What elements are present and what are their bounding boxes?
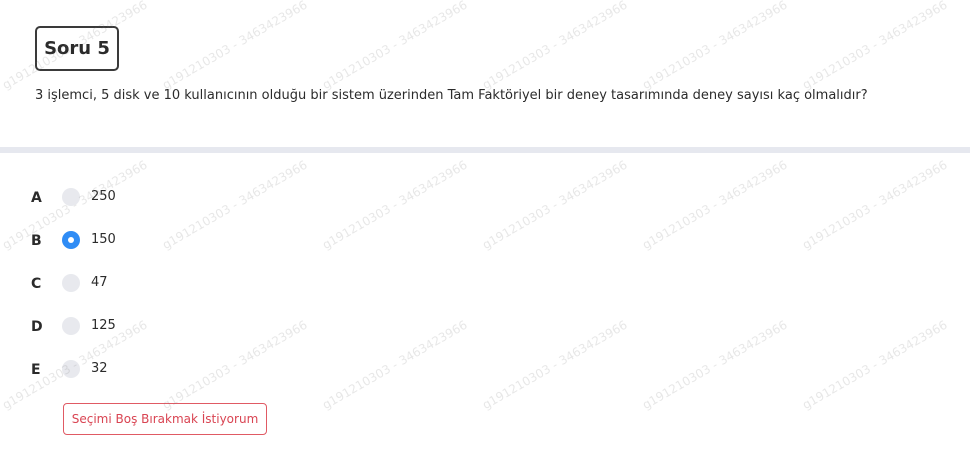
watermark: g191210303 - 3463423966 bbox=[800, 157, 950, 253]
option-b[interactable]: B 150 bbox=[0, 229, 300, 253]
watermark: g191210303 - 3463423966 bbox=[800, 0, 950, 93]
option-letter: A bbox=[31, 190, 42, 206]
watermark: g191210303 - 3463423966 bbox=[640, 317, 790, 413]
option-c[interactable]: C 47 bbox=[0, 272, 300, 296]
option-b-radio[interactable] bbox=[62, 231, 80, 249]
option-value: 250 bbox=[91, 189, 116, 204]
watermark: g191210303 - 3463423966 bbox=[640, 0, 790, 93]
option-d-radio[interactable] bbox=[62, 317, 80, 335]
watermark: g191210303 - 3463423966 bbox=[320, 157, 470, 253]
option-d[interactable]: D 125 bbox=[0, 315, 300, 339]
option-letter: E bbox=[31, 362, 41, 378]
option-letter: B bbox=[31, 233, 42, 249]
option-c-radio[interactable] bbox=[62, 274, 80, 292]
question-text: 3 işlemci, 5 disk ve 10 kullanıcının old… bbox=[35, 88, 868, 103]
option-a[interactable]: A 250 bbox=[0, 186, 300, 210]
leave-blank-button[interactable]: Seçimi Boş Bırakmak İstiyorum bbox=[63, 403, 267, 435]
divider bbox=[0, 147, 970, 153]
option-letter: D bbox=[31, 319, 43, 335]
question-number-badge: Soru 5 bbox=[35, 26, 119, 71]
watermark: g191210303 - 3463423966 bbox=[320, 317, 470, 413]
watermark: g191210303 - 3463423966 bbox=[320, 0, 470, 93]
watermark: g191210303 - 3463423966 bbox=[640, 157, 790, 253]
option-value: 125 bbox=[91, 318, 116, 333]
option-e[interactable]: E 32 bbox=[0, 358, 300, 382]
option-letter: C bbox=[31, 276, 42, 292]
watermark: g191210303 - 3463423966 bbox=[480, 0, 630, 93]
option-a-radio[interactable] bbox=[62, 188, 80, 206]
option-value: 32 bbox=[91, 361, 108, 376]
watermark: g191210303 - 3463423966 bbox=[480, 317, 630, 413]
watermark: g191210303 - 3463423966 bbox=[480, 157, 630, 253]
option-value: 47 bbox=[91, 275, 108, 290]
watermark: g191210303 - 3463423966 bbox=[160, 0, 310, 93]
watermark: g191210303 - 3463423966 bbox=[800, 317, 950, 413]
option-value: 150 bbox=[91, 232, 116, 247]
option-e-radio[interactable] bbox=[62, 360, 80, 378]
exam-page: Soru 5 3 işlemci, 5 disk ve 10 kullanıcı… bbox=[0, 0, 970, 464]
